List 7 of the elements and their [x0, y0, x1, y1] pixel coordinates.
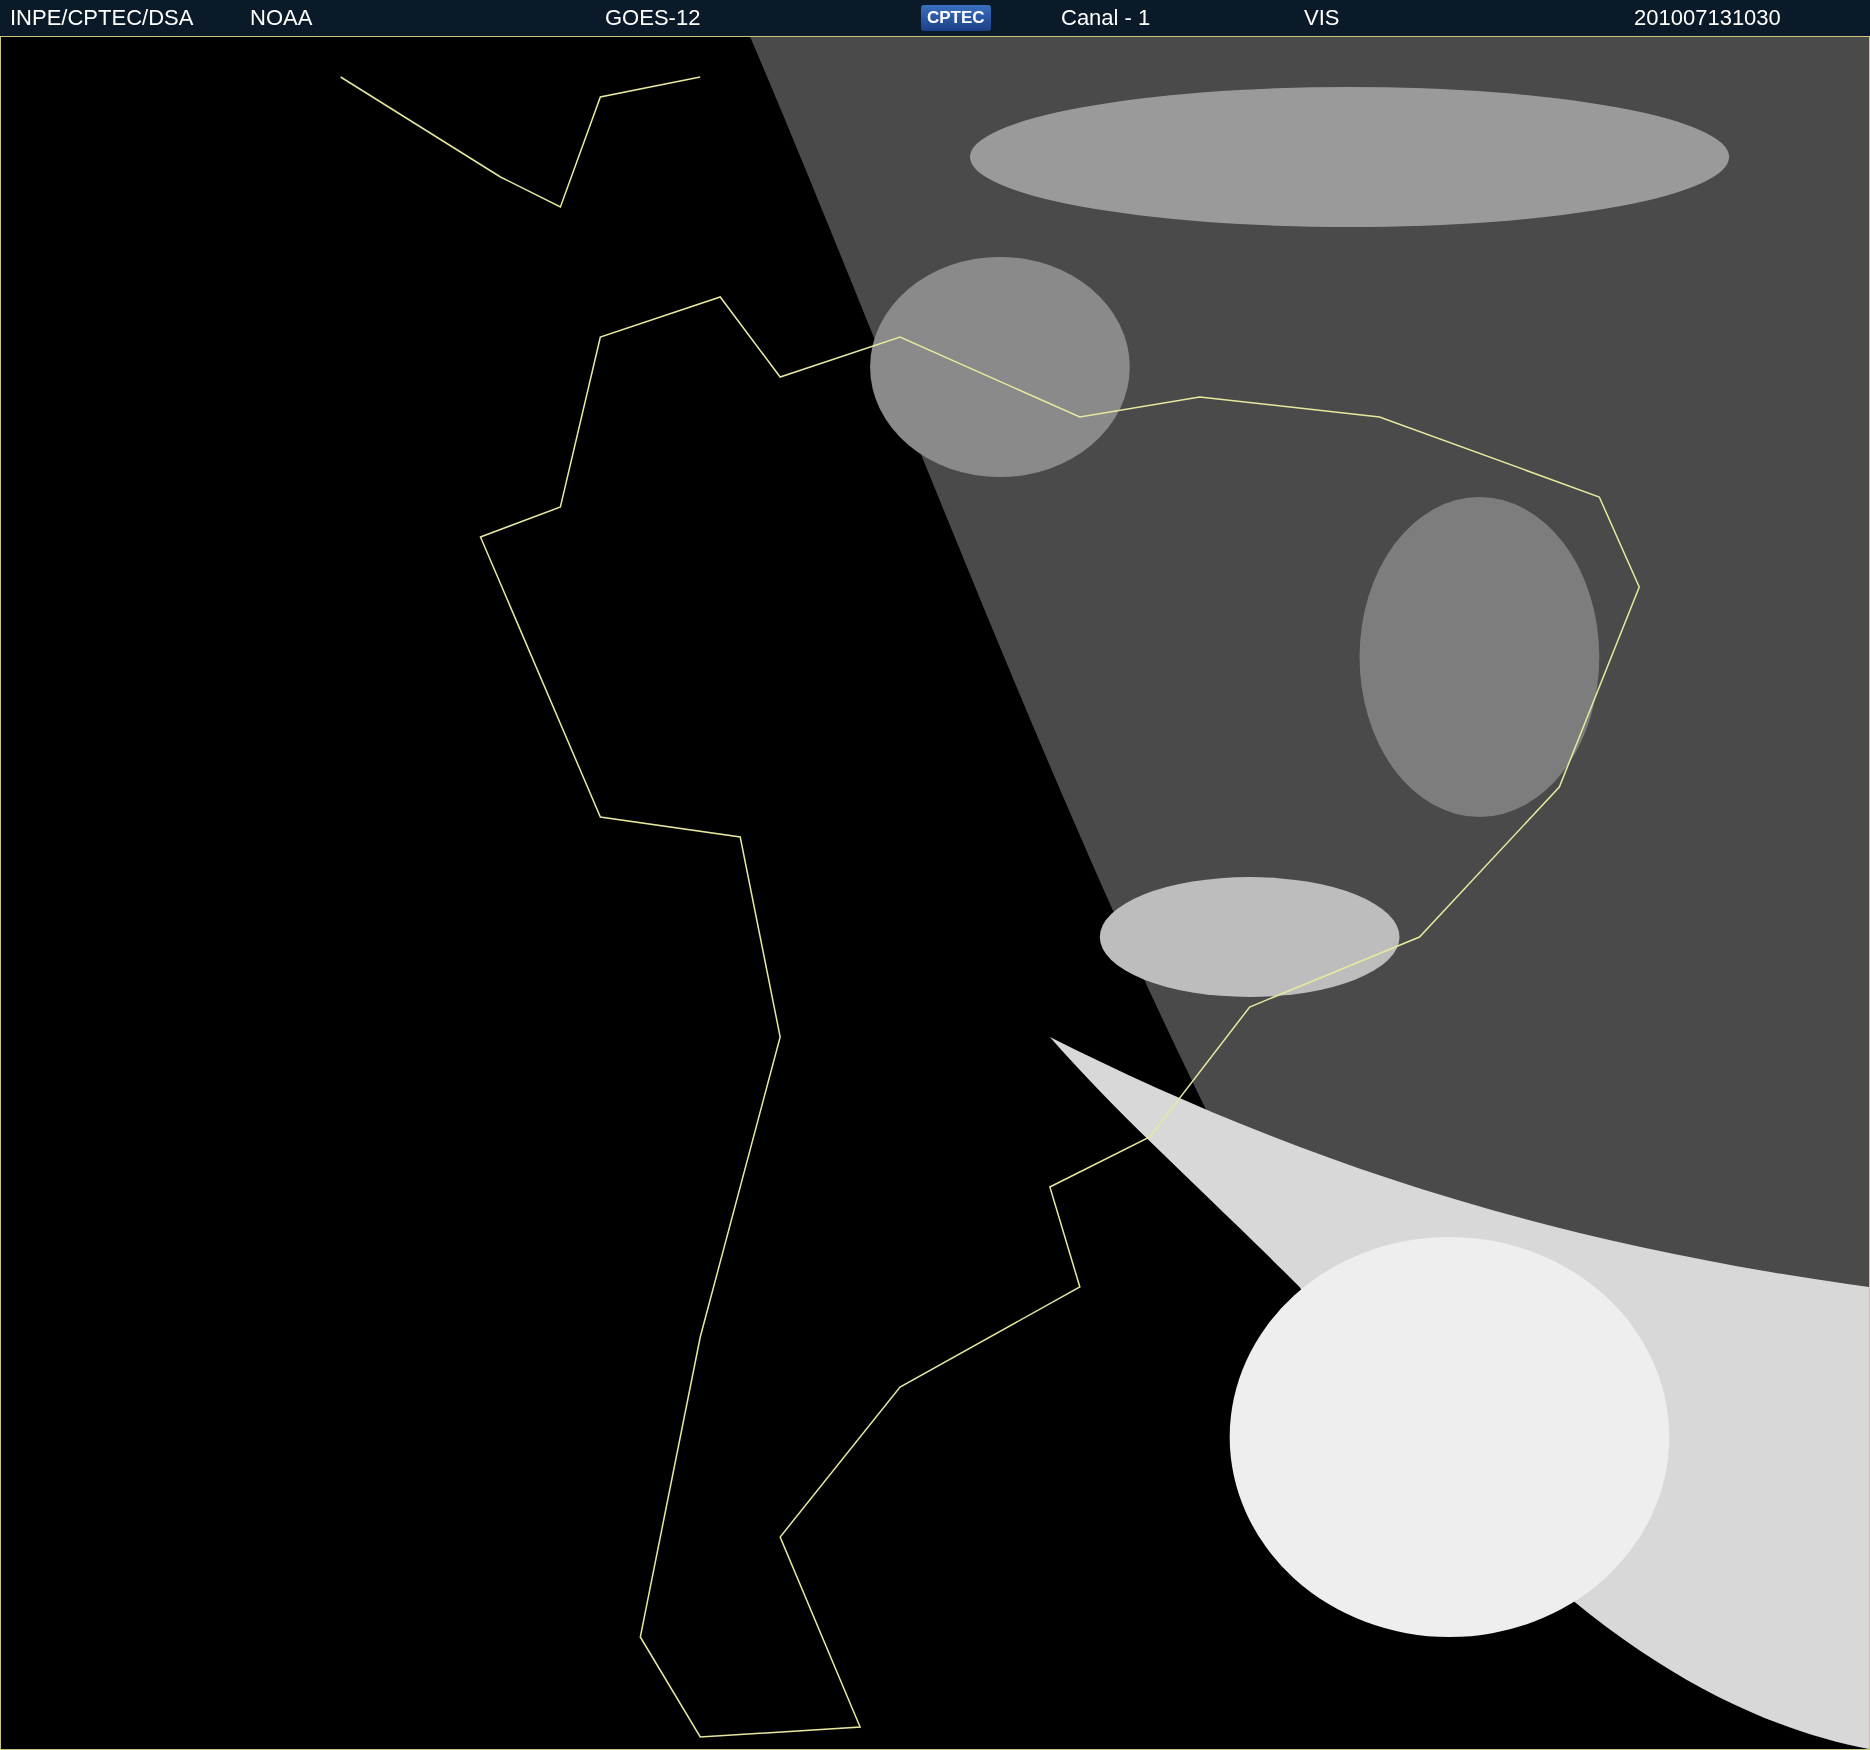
agency-label: NOAA	[250, 5, 313, 31]
logo: CPTEC	[921, 5, 991, 31]
timestamp-label: 201007131030	[1634, 5, 1781, 31]
channel-label: Canal - 1	[1061, 5, 1151, 31]
source-label: INPE/CPTEC/DSA	[10, 5, 194, 31]
band-label: VIS	[1304, 5, 1340, 31]
satellite-label: GOES-12	[605, 5, 701, 31]
